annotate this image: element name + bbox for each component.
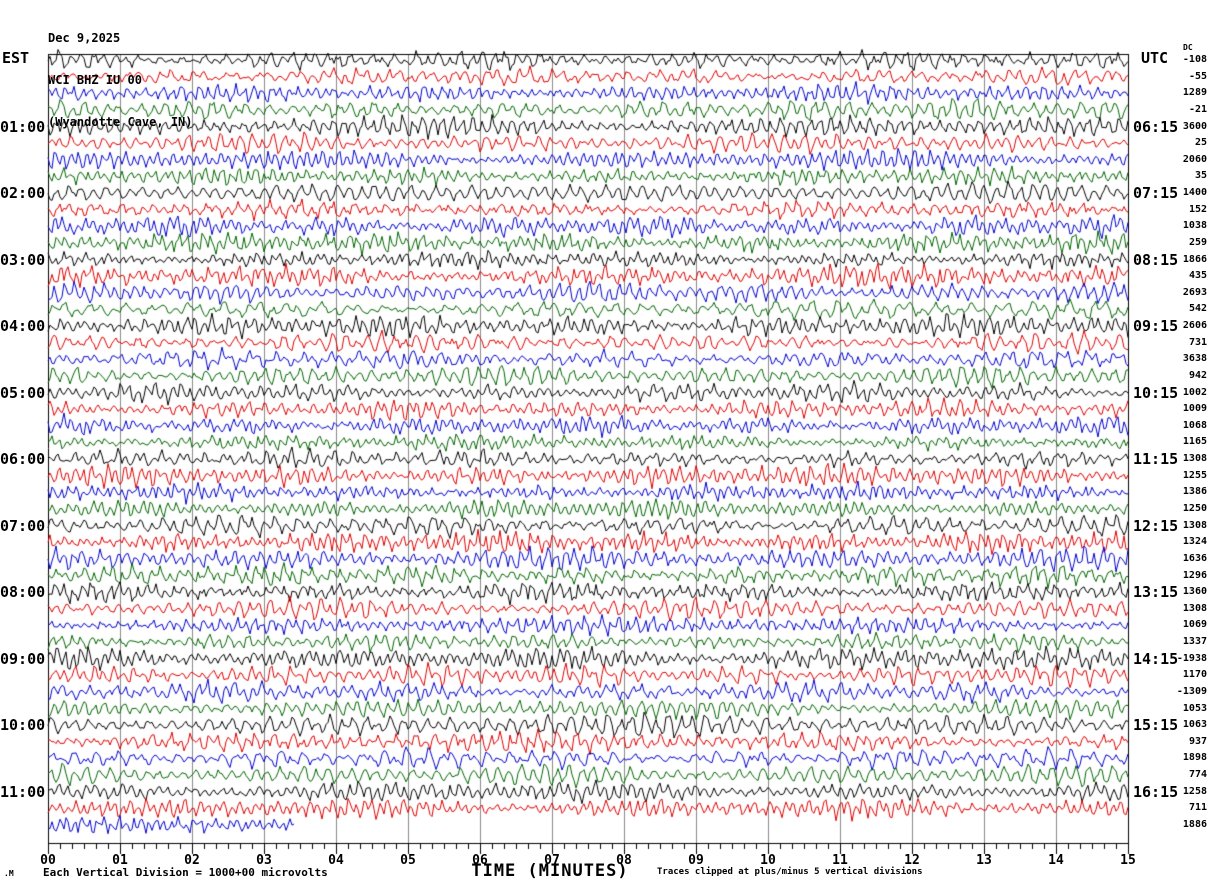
left-hour-label: 07:00 <box>0 516 46 535</box>
dc-offset-value: 1038 <box>1182 220 1207 232</box>
dc-offset-value: 1250 <box>1182 503 1207 514</box>
dc-offset-value: 1324 <box>1182 536 1207 548</box>
x-axis-tick-label: 05 <box>400 853 416 868</box>
dc-offset-value: 1886 <box>1182 818 1207 830</box>
header-date: Dec 9,2025 <box>48 31 121 45</box>
dc-offset-value: 2060 <box>1182 153 1207 165</box>
dc-offset-value: 1170 <box>1182 669 1207 681</box>
clip-note: Traces clipped at plus/minus 5 vertical … <box>657 867 923 877</box>
left-hour-label: 03:00 <box>0 250 46 269</box>
dc-offset-value: 1636 <box>1182 552 1207 564</box>
dc-offset-value: 2606 <box>1182 320 1207 332</box>
x-axis-tick-label: 13 <box>976 853 992 868</box>
dc-offset-value: 1069 <box>1182 619 1207 631</box>
header-station: WCI BHZ IU 00 <box>48 73 142 87</box>
left-hour-label: 11:00 <box>0 782 46 801</box>
left-hour-label: 09:00 <box>0 649 46 668</box>
x-axis-tick-label: 10 <box>760 853 776 868</box>
left-hour-label: 05:00 <box>0 383 46 402</box>
dc-offset-value: 1165 <box>1182 436 1207 448</box>
scale-note: Each Vertical Division = 1000+00 microvo… <box>43 866 328 879</box>
dc-offset-value: 2693 <box>1182 286 1207 298</box>
x-axis-tick-label: 15 <box>1120 853 1136 868</box>
dc-offset-value: 731 <box>1188 336 1207 348</box>
dc-offset-value: 1386 <box>1182 486 1207 498</box>
dc-offset-value: 1255 <box>1182 469 1207 481</box>
dc-offset-value: 35 <box>1194 170 1207 182</box>
dc-offset-value: 1002 <box>1182 386 1207 398</box>
dc-offset-value: 435 <box>1188 270 1207 282</box>
x-axis-tick-label: 04 <box>328 853 344 868</box>
dc-offset-value: 25 <box>1194 137 1207 149</box>
dc-offset-value: 1296 <box>1182 569 1207 581</box>
left-hour-label: 10:00 <box>0 716 46 735</box>
x-axis-tick-label: 11 <box>832 853 848 868</box>
dc-column-label: DC <box>1183 43 1193 52</box>
dc-offset-value: 1898 <box>1182 752 1207 764</box>
dc-offset-value: 1308 <box>1182 519 1207 531</box>
left-timezone-label: EST <box>2 49 30 67</box>
x-axis-title: TIME (MINUTES) <box>471 861 629 881</box>
header-location: (Wyandotte Cave, IN) <box>48 115 193 129</box>
dc-offset-value: 1337 <box>1182 636 1207 648</box>
dc-offset-value: 1308 <box>1182 453 1207 465</box>
plot-header: Dec 9,2025 WCI BHZ IU 00 (Wyandotte Cave… <box>48 3 193 143</box>
dc-offset-value: 1258 <box>1182 785 1207 797</box>
dc-offset-value: 1866 <box>1182 253 1207 265</box>
dc-offset-value: 711 <box>1188 802 1207 814</box>
dc-offset-value: 1400 <box>1182 187 1207 199</box>
dc-offset-value: 1053 <box>1182 702 1207 714</box>
dc-offset-value: -108 <box>1182 54 1207 65</box>
dc-offset-value: -55 <box>1188 70 1207 82</box>
helicorder-page: { "header": { "date": "Dec 9,2025", "sta… <box>0 0 1210 886</box>
dc-offset-value: 542 <box>1188 303 1207 315</box>
left-hour-label: 02:00 <box>0 184 46 203</box>
dc-offset-value: -1309 <box>1176 685 1207 697</box>
dc-offset-value: 1289 <box>1182 87 1207 99</box>
dc-offset-value: 1063 <box>1182 719 1207 731</box>
dc-offset-value: 937 <box>1188 735 1207 747</box>
left-hour-label: 08:00 <box>0 583 46 602</box>
dc-offset-value: -21 <box>1188 103 1207 115</box>
dc-offset-value: 942 <box>1188 369 1207 381</box>
corner-mark: .M <box>4 869 14 878</box>
dc-offset-value: 1308 <box>1182 602 1207 614</box>
left-hour-label: 06:00 <box>0 450 46 469</box>
dc-offset-value: 774 <box>1188 769 1207 781</box>
dc-offset-value: 1360 <box>1182 586 1207 598</box>
dc-offset-value: -1938 <box>1176 652 1207 664</box>
x-axis-tick-label: 09 <box>688 853 704 868</box>
dc-offset-value: 3600 <box>1182 120 1207 132</box>
left-hour-label: 04:00 <box>0 317 46 336</box>
x-axis-tick-label: 14 <box>1048 853 1064 868</box>
dc-offset-value: 3638 <box>1182 353 1207 365</box>
left-hour-label: 01:00 <box>0 117 46 136</box>
dc-offset-value: 1068 <box>1182 419 1207 431</box>
dc-offset-value: 1009 <box>1182 403 1207 415</box>
x-axis-tick-label: 12 <box>904 853 920 868</box>
dc-offset-value: 259 <box>1188 236 1207 248</box>
dc-offset-value: 152 <box>1188 203 1207 215</box>
